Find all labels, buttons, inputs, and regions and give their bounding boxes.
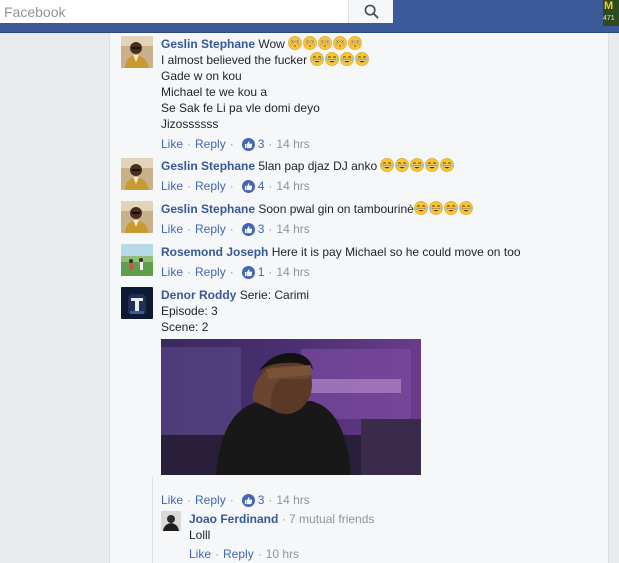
like-button[interactable]: Like: [161, 178, 183, 194]
gif-attachment[interactable]: [161, 339, 421, 475]
corner-thumbnail-number: 471: [603, 15, 615, 22]
comment-text: Michael te we kou a: [161, 85, 268, 99]
tears-of-joy-icon: [310, 53, 370, 67]
flushed-face-icon: [288, 37, 363, 51]
comment-author[interactable]: Geslin Stephane: [161, 159, 255, 173]
comment-actions: Like · Reply · 3 · 14 hrs: [161, 136, 310, 152]
avatar[interactable]: [121, 158, 153, 190]
top-navigation-bar: Facebook M 471: [0, 0, 619, 33]
like-button[interactable]: Like: [189, 546, 211, 562]
reply-button[interactable]: Reply: [195, 221, 226, 237]
reply-button[interactable]: Reply: [195, 136, 226, 152]
comment-author[interactable]: Denor Roddy: [161, 288, 236, 302]
comment-text: Scene: 2: [161, 320, 209, 334]
thumbs-up-icon: [241, 265, 255, 279]
comment-text: 5lan pap djaz DJ anko: [258, 159, 378, 173]
tears-of-joy-icon: [380, 159, 455, 173]
like-count[interactable]: 3: [258, 136, 265, 152]
like-count[interactable]: 3: [258, 221, 265, 237]
comment-author[interactable]: Rosemond Joseph: [161, 245, 268, 259]
reply-thread: Joao Ferdinand · 7 mutual friends Lolll …: [152, 477, 492, 563]
comment-actions: Like · Reply · 3 · 14 hrs: [161, 221, 310, 237]
comment-actions: Like · Reply · 4 · 14 hrs: [161, 178, 310, 194]
comment-text: Soon pwal gin on tambourinè: [258, 202, 414, 216]
timestamp[interactable]: 14 hrs: [276, 264, 309, 280]
reply-button[interactable]: Reply: [195, 178, 226, 194]
like-count[interactable]: 1: [258, 264, 265, 280]
comment-text: Se Sak fe Li pa vle domi deyo: [161, 101, 320, 115]
comment-text: Here it is pay Michael so he could move …: [271, 245, 521, 259]
comment-text: I almost believed the fucker: [161, 53, 308, 67]
timestamp[interactable]: 10 hrs: [266, 546, 299, 562]
timestamp[interactable]: 14 hrs: [276, 178, 309, 194]
timestamp[interactable]: 14 hrs: [276, 136, 309, 152]
reply-button[interactable]: Reply: [195, 264, 226, 280]
comment-author[interactable]: Geslin Stephane: [161, 202, 255, 216]
like-button[interactable]: Like: [161, 264, 183, 280]
thumbs-up-icon: [241, 179, 255, 193]
mutual-friends[interactable]: 7 mutual friends: [289, 512, 374, 526]
like-count[interactable]: 4: [258, 178, 265, 194]
avatar[interactable]: [121, 36, 153, 68]
search-input[interactable]: Facebook: [4, 4, 65, 20]
tears-of-joy-icon: [414, 202, 474, 216]
comment-text: Gade w on kou: [161, 69, 242, 83]
comment-text: Episode: 3: [161, 304, 218, 318]
comment-actions: Like · Reply · 1 · 14 hrs: [161, 264, 310, 280]
like-button[interactable]: Like: [161, 221, 183, 237]
reply-text: Lolll: [189, 528, 211, 542]
comment-text: Jizossssss: [161, 117, 219, 131]
reply-button[interactable]: Reply: [223, 546, 254, 562]
thumbs-up-icon: [241, 137, 255, 151]
avatar[interactable]: [161, 511, 181, 531]
comment-text: Wow: [258, 37, 285, 51]
like-button[interactable]: Like: [161, 136, 183, 152]
avatar[interactable]: [121, 244, 153, 276]
avatar[interactable]: [121, 201, 153, 233]
comment-text: Serie: Carimi: [239, 288, 310, 302]
reply-author[interactable]: Joao Ferdinand: [189, 512, 278, 526]
search-button[interactable]: [348, 0, 393, 23]
search-bar[interactable]: Facebook: [0, 0, 393, 23]
corner-thumbnail-letter: M: [604, 0, 614, 12]
avatar[interactable]: [121, 287, 153, 319]
timestamp[interactable]: 14 hrs: [276, 221, 309, 237]
reply-actions: Like · Reply · 10 hrs: [189, 546, 300, 562]
search-icon: [364, 4, 379, 19]
comment-author[interactable]: Geslin Stephane: [161, 37, 255, 51]
thumbs-up-icon: [241, 222, 255, 236]
corner-thumbnail[interactable]: M 471: [603, 0, 619, 26]
